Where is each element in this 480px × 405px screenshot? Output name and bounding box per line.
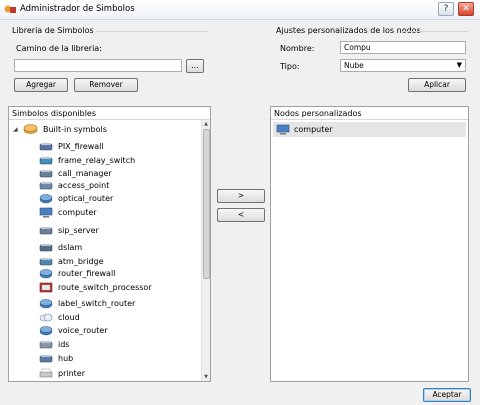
symbol-item-label: label_switch_router bbox=[58, 299, 136, 308]
available-symbols-panel: Simbolos disponibles ◢ Built-in symbols … bbox=[8, 106, 211, 382]
tree-root-label: Built-in symbols bbox=[43, 125, 107, 134]
chevron-down-icon: ▼ bbox=[456, 61, 462, 69]
title-bar: Administrador de Simbolos ? ✕ bbox=[0, 0, 480, 20]
symbol-item-label: call_manager bbox=[58, 169, 112, 178]
dslam-icon bbox=[39, 244, 53, 252]
ids-icon bbox=[39, 341, 53, 349]
symbol-item-label: ids bbox=[58, 340, 70, 349]
library-divider bbox=[96, 31, 208, 32]
cloud-icon bbox=[39, 313, 53, 322]
remove-from-custom-button[interactable]: < bbox=[217, 208, 265, 222]
processor-icon bbox=[39, 282, 53, 293]
router-icon bbox=[39, 194, 53, 204]
symbol-item-label: computer bbox=[58, 208, 97, 217]
scroll-down-icon[interactable]: ▼ bbox=[202, 373, 210, 381]
computer-icon bbox=[39, 207, 53, 218]
router-icon bbox=[39, 326, 53, 336]
router-icon bbox=[39, 299, 53, 309]
custom-node-item[interactable]: computer bbox=[273, 122, 466, 137]
symbol-item-label: router_firewall bbox=[58, 269, 116, 278]
symbol-item-label: cloud bbox=[58, 313, 80, 322]
name-input[interactable]: Compu bbox=[340, 41, 466, 54]
close-button[interactable]: ✕ bbox=[458, 2, 474, 16]
type-select[interactable]: Nube ▼ bbox=[340, 59, 466, 72]
custom-node-label: computer bbox=[294, 125, 333, 134]
symbol-item-label: route_switch_processor bbox=[58, 283, 152, 292]
scroll-thumb[interactable] bbox=[203, 129, 210, 279]
library-path-label: Camino de la libreria: bbox=[16, 44, 102, 53]
symbol-list-scrollbar[interactable]: ▲ ▼ bbox=[201, 120, 210, 381]
add-library-button[interactable]: Agregar bbox=[14, 78, 68, 92]
symbol-item-label: hub bbox=[58, 354, 74, 363]
node-settings-divider bbox=[402, 31, 468, 32]
hub-icon bbox=[39, 355, 53, 363]
window-title: Administrador de Simbolos bbox=[20, 4, 135, 14]
firewall-icon bbox=[39, 143, 53, 151]
symbol-item-label: frame_relay_switch bbox=[58, 156, 136, 165]
custom-nodes-heading: Nodos personalizados bbox=[271, 107, 468, 120]
symbol-item-label: atm_bridge bbox=[58, 257, 104, 266]
server-icon bbox=[39, 170, 53, 178]
remove-library-button[interactable]: Remover bbox=[74, 78, 138, 92]
library-path-input[interactable] bbox=[14, 59, 182, 72]
computer-icon bbox=[276, 124, 290, 135]
symbol-item-label: access_point bbox=[58, 181, 110, 190]
scroll-up-icon[interactable]: ▲ bbox=[202, 120, 210, 128]
collapse-icon[interactable]: ◢ bbox=[13, 126, 18, 133]
available-symbols-heading: Simbolos disponibles bbox=[9, 107, 210, 120]
type-label: Tipo: bbox=[280, 62, 300, 71]
accept-button[interactable]: Aceptar bbox=[423, 388, 471, 402]
name-label: Nombre: bbox=[280, 44, 315, 53]
app-icon bbox=[4, 5, 16, 13]
symbol-item-label: sip_server bbox=[58, 226, 99, 235]
symbol-item-label: PIX_firewall bbox=[58, 142, 104, 151]
library-heading: Libreria de Simbolos bbox=[12, 26, 94, 35]
bridge-icon bbox=[39, 258, 53, 266]
symbol-item-label: voice_router bbox=[58, 326, 108, 335]
router-group-icon bbox=[23, 124, 38, 134]
symbol-item-label: dslam bbox=[58, 243, 83, 252]
custom-nodes-panel: Nodos personalizados computer bbox=[270, 106, 469, 382]
help-button[interactable]: ? bbox=[438, 2, 454, 16]
add-to-custom-button[interactable]: > bbox=[217, 189, 265, 203]
browse-button[interactable]: ... bbox=[186, 59, 204, 73]
printer-icon bbox=[39, 368, 53, 378]
node-settings-heading: Ajustes personalizados de los nodos bbox=[276, 26, 421, 35]
switch-icon bbox=[39, 157, 53, 165]
symbol-item-label: printer bbox=[58, 369, 86, 378]
server-icon bbox=[39, 227, 53, 235]
access-point-icon bbox=[39, 182, 53, 190]
router-icon bbox=[39, 269, 53, 279]
symbol-item-label: optical_router bbox=[58, 194, 114, 203]
apply-button[interactable]: Aplicar bbox=[408, 78, 466, 92]
